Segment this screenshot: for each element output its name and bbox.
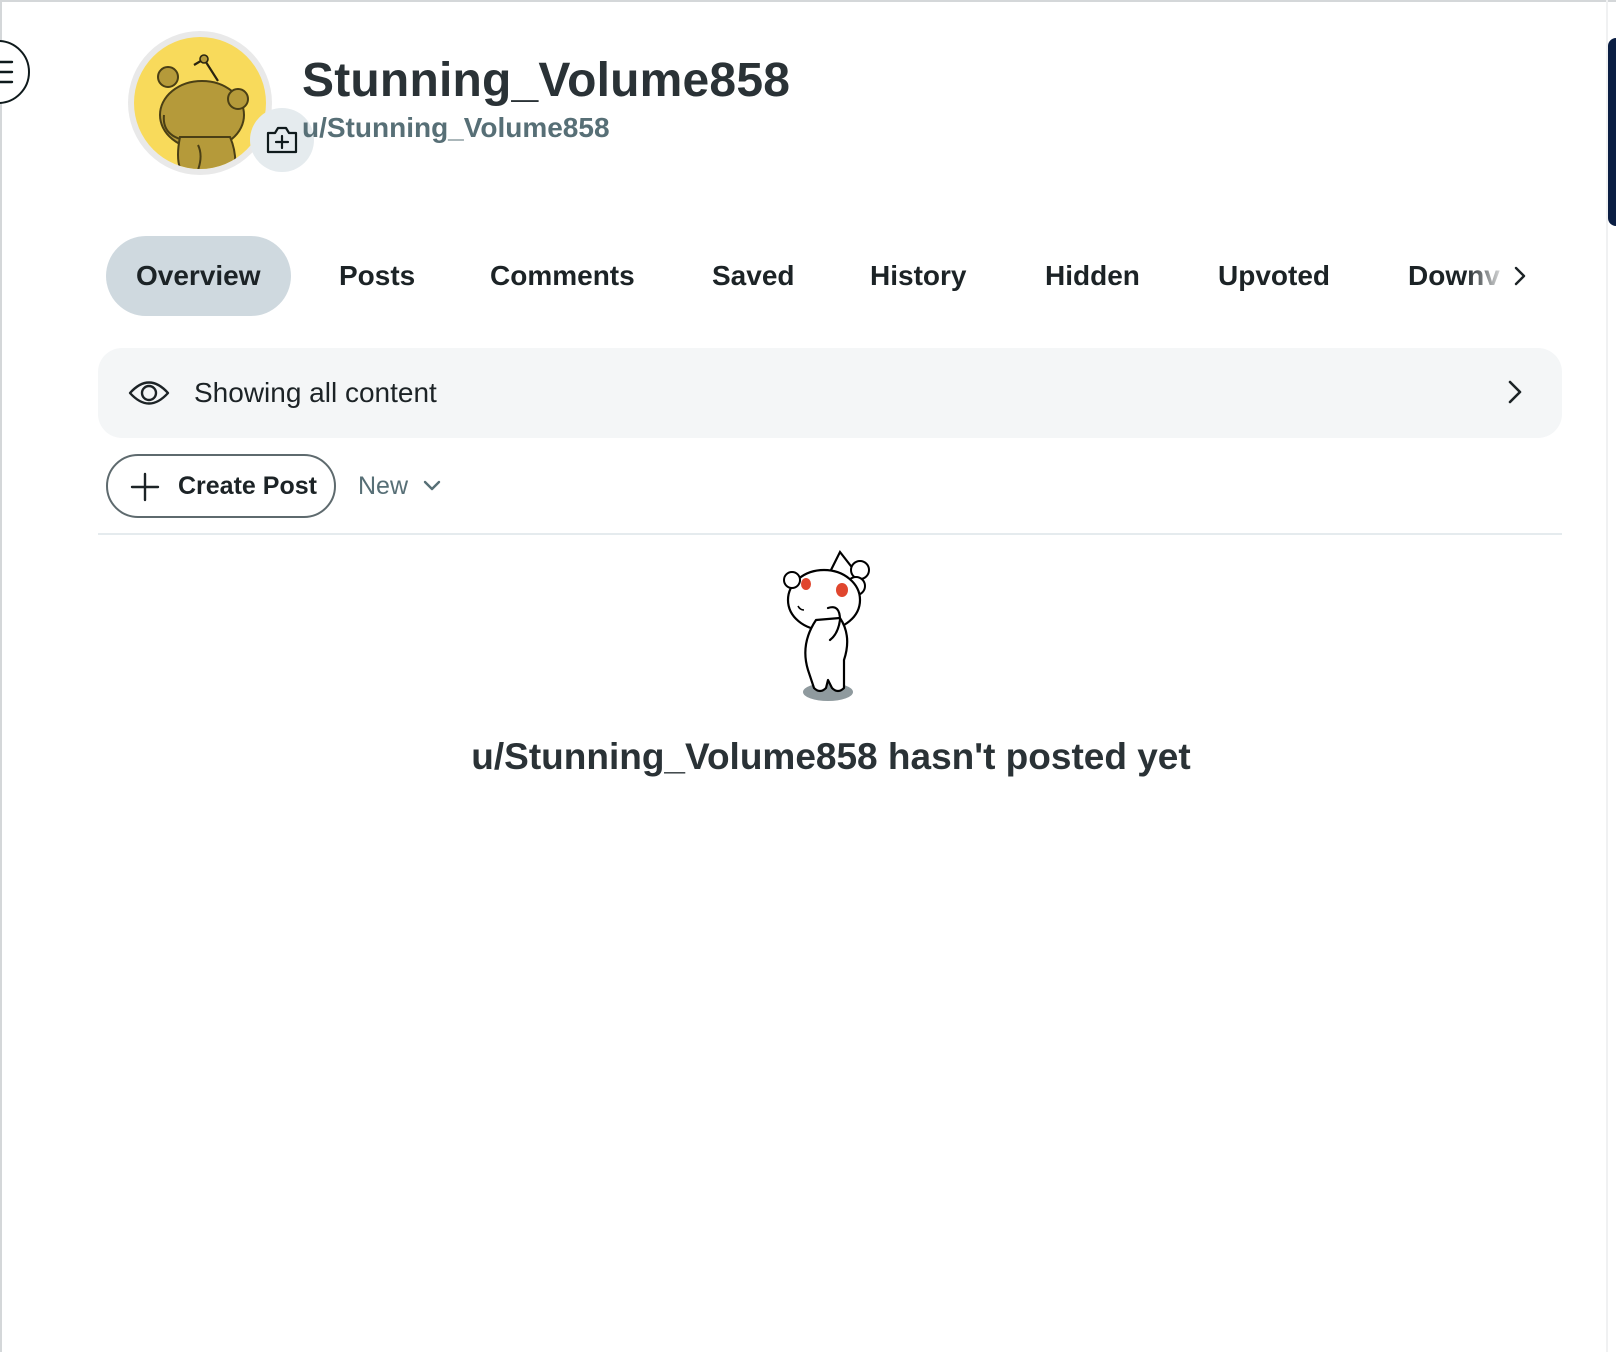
tab-saved[interactable]: Saved — [712, 236, 795, 316]
sidebar-toggle-button[interactable] — [0, 40, 30, 104]
tab-hidden[interactable]: Hidden — [1045, 236, 1140, 316]
plus-icon — [130, 472, 160, 502]
snoo-avatar-icon — [157, 54, 249, 169]
avatar-image — [134, 37, 266, 169]
tabs-scroll-right-button[interactable] — [1500, 256, 1540, 296]
profile-username: u/Stunning_Volume858 — [302, 112, 610, 143]
sort-dropdown[interactable]: New — [350, 456, 450, 516]
tab-upvoted[interactable]: Upvoted — [1218, 236, 1330, 316]
create-post-label: Create Post — [178, 472, 317, 500]
tab-history[interactable]: History — [870, 236, 966, 316]
tab-overview[interactable]: Overview — [106, 236, 291, 316]
empty-state-message: u/Stunning_Volume858 hasn't posted yet — [471, 736, 1191, 777]
content-filter-bar[interactable]: Showing all content — [98, 348, 1562, 438]
tab-comments[interactable]: Comments — [490, 236, 635, 316]
window-top-border — [0, 0, 1616, 2]
chevron-right-icon — [1508, 380, 1522, 404]
chevron-right-icon — [1514, 266, 1526, 286]
chevron-down-icon — [423, 480, 441, 491]
avatar[interactable] — [128, 31, 272, 175]
sort-label: New — [358, 471, 409, 500]
right-panel-edge — [1608, 38, 1616, 226]
profile-avatar-container — [128, 31, 314, 175]
tab-posts[interactable]: Posts — [339, 236, 415, 316]
profile-display-name: Stunning_Volume858 — [302, 54, 791, 107]
window-left-border — [0, 0, 2, 1352]
content-filter-label: Showing all content — [194, 377, 437, 408]
create-post-button[interactable]: Create Post — [106, 454, 336, 518]
feed-divider — [98, 533, 1562, 535]
profile-tabs: Overview Posts Comments Saved History Hi… — [106, 236, 1536, 316]
menu-icon — [0, 60, 14, 84]
camera-add-icon — [266, 126, 298, 154]
snoo-thinking-illustration — [783, 549, 870, 701]
eye-icon — [128, 381, 170, 405]
